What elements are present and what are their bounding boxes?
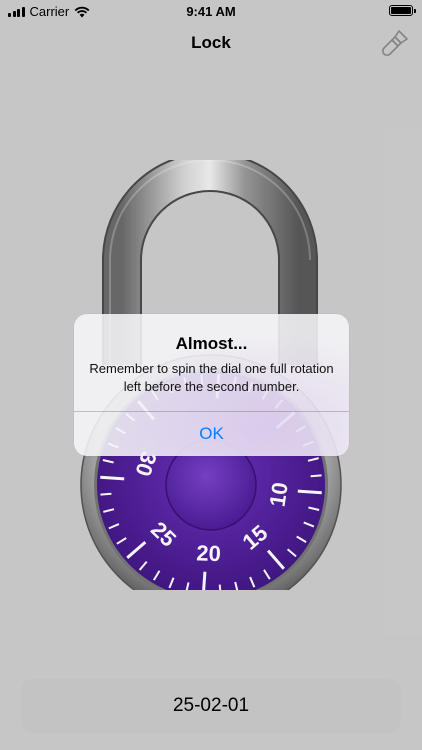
alert-ok-button[interactable]: OK: [74, 412, 349, 456]
combination-display[interactable]: 25-02-01: [21, 679, 401, 733]
combination-value: 25-02-01: [172, 695, 250, 716]
alert-title: Almost...: [175, 334, 248, 353]
app-screen: Carrier 9:41 AM Lock 30 25 20 15 10 Almo…: [0, 0, 422, 750]
alert-message: Remember to spin the dial one full rotat…: [89, 361, 334, 394]
alert-dialog: Almost... Remember to spin the dial one …: [74, 314, 349, 456]
alert-body: Almost... Remember to spin the dial one …: [74, 314, 349, 411]
